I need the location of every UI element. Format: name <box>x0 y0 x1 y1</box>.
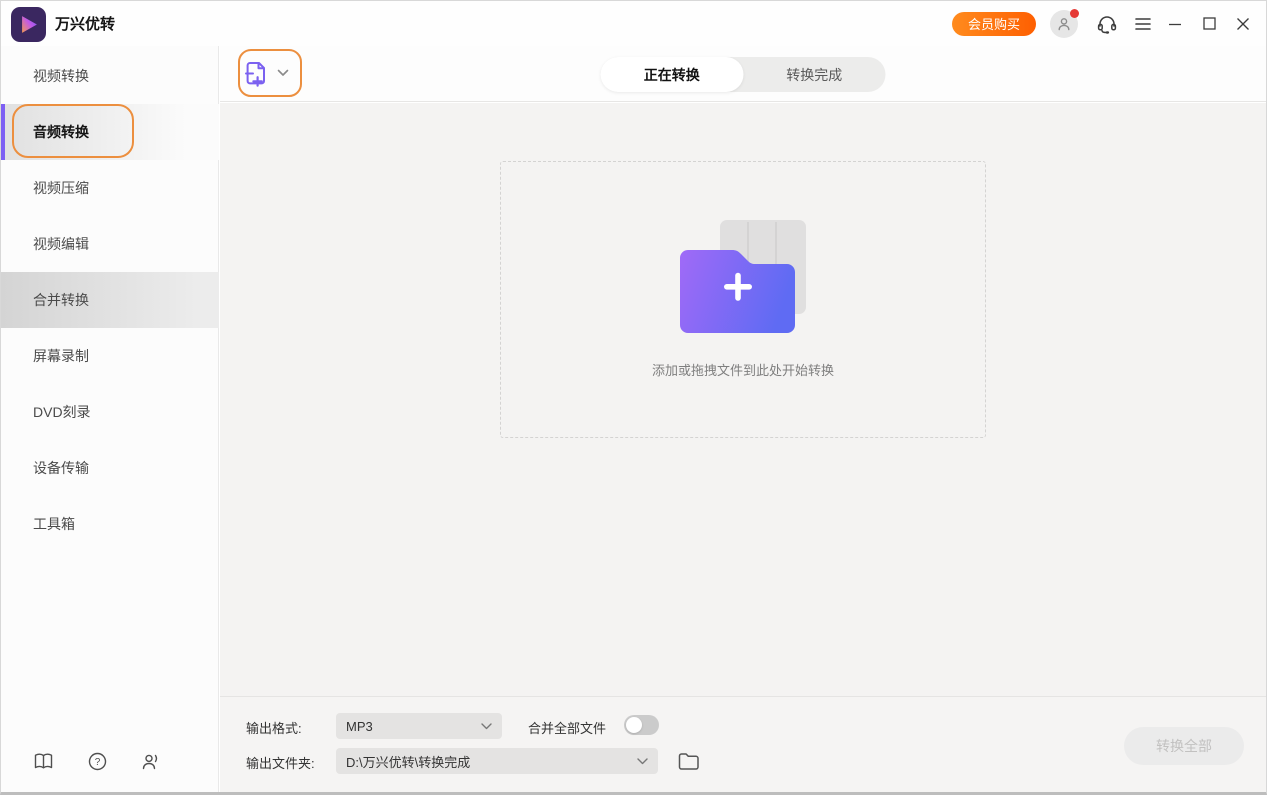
chevron-down-icon <box>481 723 492 730</box>
account-avatar[interactable] <box>1050 10 1078 38</box>
maximize-icon[interactable] <box>1192 7 1226 41</box>
output-folder-value: D:\万兴优转\转换完成 <box>346 752 637 771</box>
notification-dot <box>1070 9 1079 18</box>
sidebar-item-label: 视频压缩 <box>33 178 89 198</box>
open-folder-icon[interactable] <box>676 749 700 773</box>
sidebar-item-label: 工具箱 <box>33 514 75 534</box>
user-icon <box>1056 16 1072 32</box>
sidebar: 视频转换 音频转换 视频压缩 视频编辑 合并转换 屏幕录制 DVD刻录 设备传输… <box>1 46 219 792</box>
sidebar-item-video-edit[interactable]: 视频编辑 <box>1 216 219 272</box>
output-format-label: 输出格式: <box>246 718 302 737</box>
tab-finished[interactable]: 转换完成 <box>743 57 886 92</box>
active-indicator-bar <box>1 104 5 160</box>
help-icon[interactable]: ? <box>86 750 108 772</box>
toggle-knob <box>626 717 642 733</box>
support-headset-icon[interactable] <box>1092 9 1122 39</box>
convert-all-button[interactable]: 转换全部 <box>1124 727 1244 765</box>
add-file-button[interactable] <box>244 55 296 91</box>
app-logo-icon <box>11 7 46 42</box>
sidebar-item-label: 合并转换 <box>33 290 89 310</box>
sidebar-item-video-compress[interactable]: 视频压缩 <box>1 160 219 216</box>
guide-book-icon[interactable] <box>32 750 54 772</box>
toolbar: 正在转换 转换完成 <box>220 46 1266 102</box>
svg-text:?: ? <box>94 757 100 768</box>
add-folder-icon <box>680 220 806 334</box>
output-format-select[interactable]: MP3 <box>336 713 502 739</box>
file-dropzone[interactable]: 添加或拖拽文件到此处开始转换 <box>500 161 986 438</box>
app-title: 万兴优转 <box>55 13 115 34</box>
app-window: 万兴优转 会员购买 <box>0 0 1267 795</box>
community-icon[interactable] <box>140 750 162 772</box>
sidebar-item-label: DVD刻录 <box>33 402 91 422</box>
output-settings-bar: 输出格式: MP3 合并全部文件 输出文件夹: D:\万兴优转\转换完成 <box>220 696 1266 792</box>
sidebar-item-label: 屏幕录制 <box>33 346 89 366</box>
sidebar-item-label: 视频转换 <box>33 66 89 86</box>
sidebar-item-label: 设备传输 <box>33 458 89 478</box>
dropzone-hint: 添加或拖拽文件到此处开始转换 <box>652 360 834 379</box>
sidebar-item-device-transfer[interactable]: 设备传输 <box>1 440 219 496</box>
sidebar-item-screen-record[interactable]: 屏幕录制 <box>1 328 219 384</box>
add-file-icon <box>244 60 270 87</box>
convert-status-tabs: 正在转换 转换完成 <box>601 57 886 92</box>
output-folder-label: 输出文件夹: <box>246 753 315 772</box>
sidebar-item-label: 视频编辑 <box>33 234 89 254</box>
title-bar: 万兴优转 会员购买 <box>1 1 1266 46</box>
menu-icon[interactable] <box>1128 9 1158 39</box>
merge-all-label: 合并全部文件 <box>528 718 606 737</box>
sidebar-item-merge-convert[interactable]: 合并转换 <box>1 272 219 328</box>
chevron-down-icon <box>277 69 289 77</box>
sidebar-item-audio-convert[interactable]: 音频转换 <box>1 104 219 160</box>
buy-membership-button[interactable]: 会员购买 <box>952 12 1036 36</box>
merge-all-toggle[interactable] <box>624 715 659 735</box>
output-format-value: MP3 <box>346 719 481 734</box>
tab-converting[interactable]: 正在转换 <box>601 57 744 92</box>
chevron-down-icon <box>637 758 648 765</box>
task-list-area: 添加或拖拽文件到此处开始转换 <box>220 103 1266 696</box>
sidebar-footer: ? <box>1 750 219 772</box>
minimize-icon[interactable] <box>1158 7 1192 41</box>
close-icon[interactable] <box>1226 7 1260 41</box>
content-area: 正在转换 转换完成 <box>220 46 1266 792</box>
sidebar-item-dvd-burn[interactable]: DVD刻录 <box>1 384 219 440</box>
sidebar-item-label: 音频转换 <box>33 122 89 142</box>
output-folder-select[interactable]: D:\万兴优转\转换完成 <box>336 748 658 774</box>
sidebar-item-toolbox[interactable]: 工具箱 <box>1 496 219 552</box>
sidebar-item-video-convert[interactable]: 视频转换 <box>1 48 219 104</box>
